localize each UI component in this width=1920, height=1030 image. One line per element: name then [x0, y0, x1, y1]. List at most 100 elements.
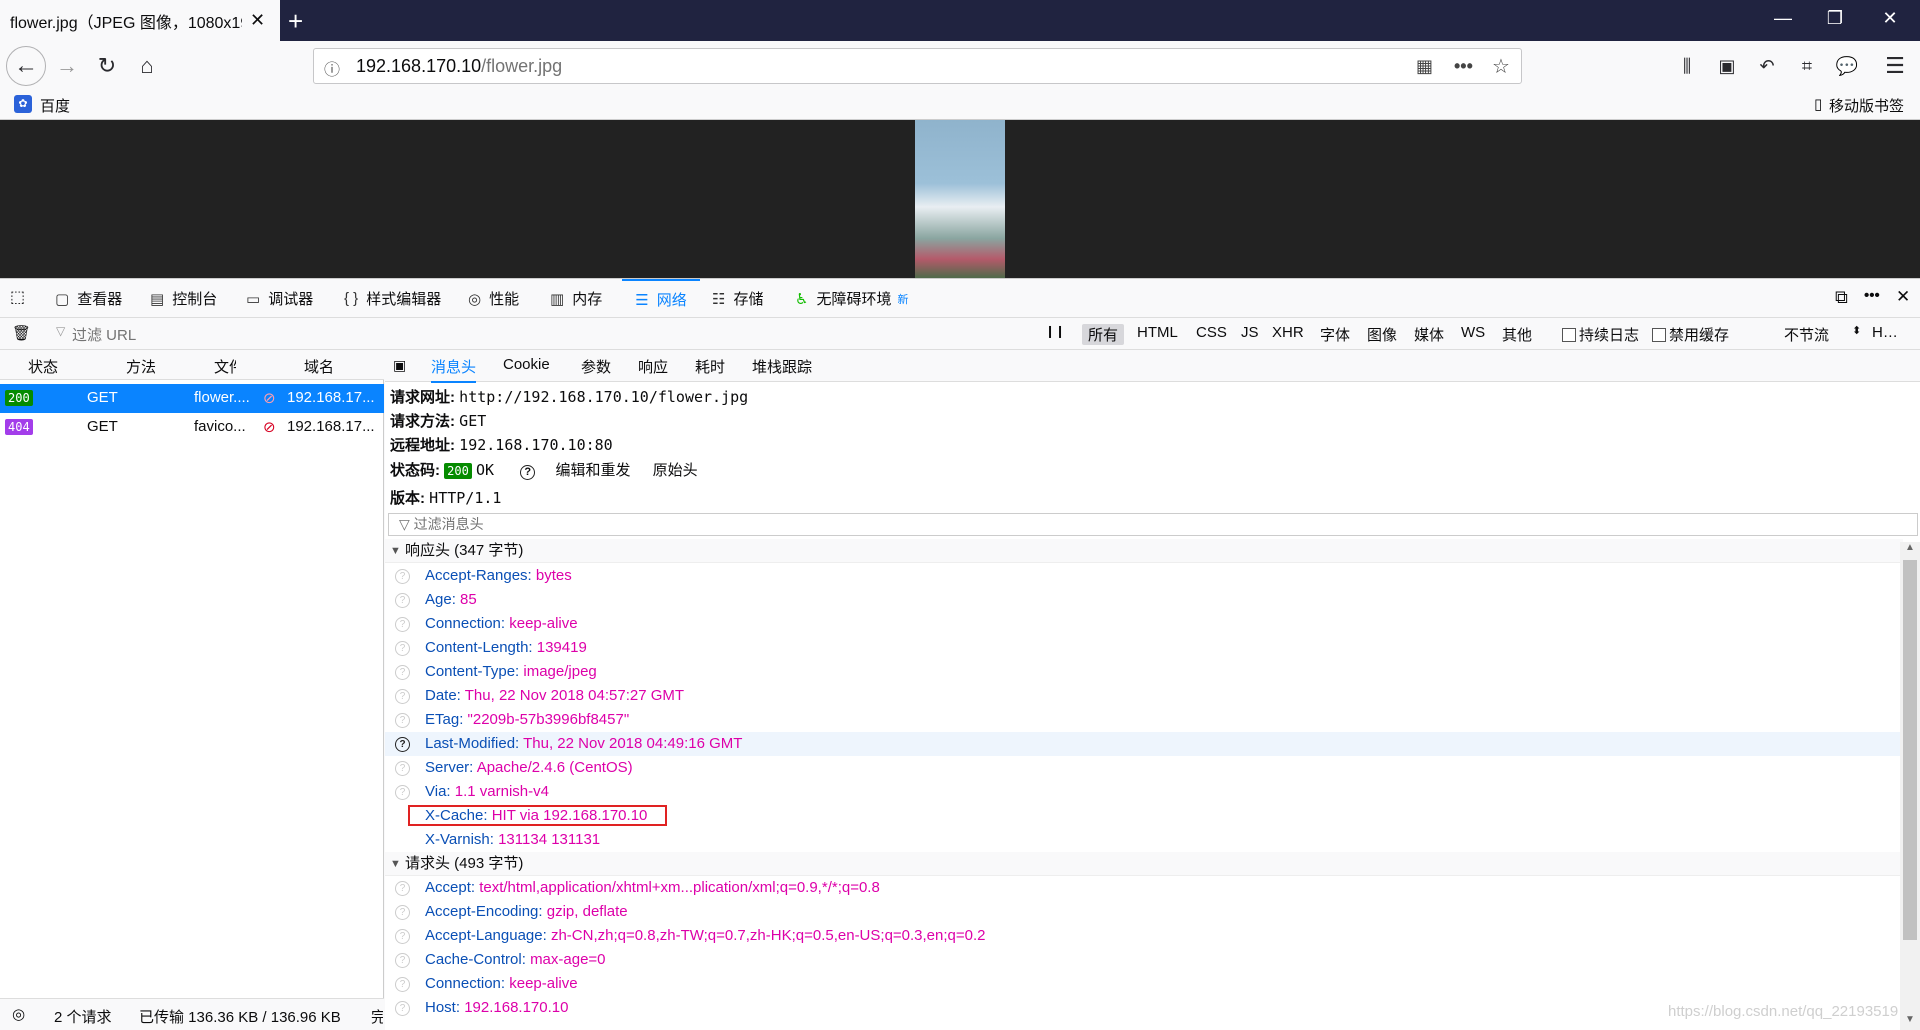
- window-close-icon[interactable]: ✕: [1867, 8, 1913, 29]
- tab-response[interactable]: 响应: [638, 356, 668, 377]
- header-row[interactable]: ? Connection: keep-alive: [385, 612, 1903, 636]
- tab-timings[interactable]: 耗时: [695, 356, 725, 377]
- header-row[interactable]: ? Via: 1.1 varnish-v4: [385, 780, 1903, 804]
- header-help-icon[interactable]: ?: [395, 977, 410, 992]
- header-row[interactable]: ? Date: Thu, 22 Nov 2018 04:57:27 GMT: [385, 684, 1903, 708]
- header-row[interactable]: ? Accept-Ranges: bytes: [385, 564, 1903, 588]
- url-filter-input[interactable]: 过滤 URL: [72, 324, 136, 345]
- header-help-icon[interactable]: ?: [395, 737, 410, 752]
- header-help-icon[interactable]: ?: [395, 929, 410, 944]
- har-menu[interactable]: H…: [1872, 324, 1898, 341]
- tab-style-editor[interactable]: { } 样式编辑器: [344, 279, 441, 318]
- header-help-icon[interactable]: ?: [395, 905, 410, 920]
- request-row[interactable]: 200 GET flower.... ⊘ 192.168.17...: [0, 384, 384, 413]
- response-headers-section[interactable]: ▼ 响应头 (347 字节): [385, 539, 1903, 563]
- header-help-icon[interactable]: ?: [395, 881, 410, 896]
- sidebar-icon[interactable]: ▣: [1712, 51, 1742, 81]
- browser-tab[interactable]: flower.jpg（JPEG 图像，1080x19… ✕: [0, 0, 280, 41]
- element-picker-icon[interactable]: ⬚: [10, 287, 25, 307]
- header-row[interactable]: ? Connection: keep-alive: [385, 972, 1903, 996]
- pause-icon[interactable]: ❙❙: [1045, 324, 1065, 338]
- tab-memory[interactable]: ▥ 内存: [550, 279, 602, 318]
- trash-icon[interactable]: 🗑: [12, 324, 31, 342]
- filter-html[interactable]: HTML: [1137, 324, 1178, 341]
- restore-icon[interactable]: ❐: [1812, 8, 1858, 29]
- filter-other[interactable]: 其他: [1502, 324, 1532, 345]
- library-icon[interactable]: ⫼: [1672, 51, 1702, 81]
- filter-xhr[interactable]: XHR: [1272, 324, 1304, 341]
- scroll-down-icon[interactable]: ▼: [1905, 1014, 1915, 1025]
- header-row[interactable]: ? Age: 85: [385, 588, 1903, 612]
- toggle-sidebar-icon[interactable]: ▣: [393, 357, 406, 374]
- header-help-icon[interactable]: ?: [395, 689, 410, 704]
- tab-accessibility[interactable]: ♿ 无障碍环境新: [795, 279, 908, 318]
- chat-icon[interactable]: 💬: [1832, 51, 1862, 81]
- tab-storage[interactable]: ☷ 存储: [712, 279, 763, 318]
- header-row[interactable]: X-Varnish: 131134 131131: [385, 828, 1903, 852]
- tab-network[interactable]: ☰ 网络: [622, 279, 700, 318]
- header-help-icon[interactable]: ?: [395, 569, 410, 584]
- home-icon[interactable]: ⌂: [132, 51, 162, 81]
- tab-stack-trace[interactable]: 堆栈跟踪: [752, 356, 812, 377]
- headers-scrollbar[interactable]: ▲ ▼: [1900, 542, 1920, 1030]
- header-help-icon[interactable]: ?: [395, 761, 410, 776]
- header-help-icon[interactable]: ?: [395, 617, 410, 632]
- header-row[interactable]: ? Cache-Control: max-age=0: [385, 948, 1903, 972]
- filter-all[interactable]: 所有: [1082, 324, 1125, 345]
- help-icon[interactable]: ?: [520, 465, 536, 480]
- url-bar[interactable]: ⓘ 192.168.170.10/flower.jpg ▦ ••• ☆: [313, 48, 1522, 84]
- filter-js[interactable]: JS: [1241, 324, 1259, 341]
- header-help-icon[interactable]: ?: [395, 785, 410, 800]
- minimize-icon[interactable]: —: [1760, 8, 1806, 29]
- header-row[interactable]: ? Accept: text/html,application/xhtml+xm.…: [385, 876, 1903, 900]
- header-help-icon[interactable]: ?: [395, 593, 410, 608]
- forward-icon[interactable]: →: [52, 51, 82, 81]
- filter-media[interactable]: 媒体: [1414, 324, 1444, 345]
- screenshot-icon[interactable]: ⌗: [1792, 51, 1822, 81]
- edit-resend-button[interactable]: 编辑和重发: [555, 462, 630, 479]
- reload-icon[interactable]: ↻: [92, 51, 122, 81]
- tab-debugger[interactable]: ▭ 调试器: [246, 279, 313, 318]
- performance-analysis-icon[interactable]: ◎: [12, 1005, 25, 1023]
- menu-icon[interactable]: ☰: [1880, 51, 1910, 81]
- scroll-up-icon[interactable]: ▲: [1905, 542, 1915, 553]
- bookmark-baidu[interactable]: 百度: [40, 95, 70, 116]
- header-row[interactable]: ? Content-Length: 139419: [385, 636, 1903, 660]
- filter-css[interactable]: CSS: [1196, 324, 1227, 341]
- header-row[interactable]: ? Accept-Encoding: gzip, deflate: [385, 900, 1903, 924]
- header-help-icon[interactable]: ?: [395, 665, 410, 680]
- undo-icon[interactable]: ↶: [1752, 51, 1782, 81]
- tab-close-icon[interactable]: ✕: [250, 10, 265, 31]
- header-row[interactable]: ? ETag: "2209b-57b3996bf8457": [385, 708, 1903, 732]
- column-file[interactable]: 文件: [214, 356, 236, 377]
- raw-headers-button[interactable]: 原始头: [653, 462, 698, 479]
- header-row[interactable]: ? Content-Type: image/jpeg: [385, 660, 1903, 684]
- tab-console[interactable]: ▤ 控制台: [150, 279, 217, 318]
- close-devtools-icon[interactable]: ✕: [1896, 287, 1910, 307]
- tab-params[interactable]: 参数: [581, 356, 611, 377]
- header-help-icon[interactable]: ?: [395, 641, 410, 656]
- header-help-icon[interactable]: ?: [395, 713, 410, 728]
- filter-images[interactable]: 图像: [1367, 324, 1397, 345]
- filter-ws[interactable]: WS: [1461, 324, 1485, 341]
- disable-cache-checkbox[interactable]: 禁用缓存: [1652, 324, 1729, 345]
- options-icon[interactable]: •••: [1864, 287, 1880, 304]
- headers-filter-input[interactable]: ▽ 过滤消息头: [388, 513, 1918, 536]
- column-method[interactable]: 方法: [126, 356, 156, 377]
- header-help-icon[interactable]: ?: [395, 1001, 410, 1016]
- dock-icon[interactable]: ⧉: [1835, 287, 1848, 308]
- page-actions-icon[interactable]: •••: [1454, 56, 1473, 77]
- tab-cookies[interactable]: Cookie: [503, 356, 550, 373]
- column-domain[interactable]: 域名: [304, 356, 334, 377]
- bookmark-star-icon[interactable]: ☆: [1492, 54, 1510, 79]
- header-row[interactable]: ? Server: Apache/2.4.6 (CentOS): [385, 756, 1903, 780]
- new-tab-icon[interactable]: +: [288, 6, 303, 37]
- tab-headers[interactable]: 消息头: [431, 356, 477, 383]
- header-help-icon[interactable]: ?: [395, 953, 410, 968]
- filter-fonts[interactable]: 字体: [1320, 324, 1350, 345]
- back-icon[interactable]: ←: [6, 46, 46, 86]
- tab-inspector[interactable]: ▢ 查看器: [55, 279, 122, 318]
- column-status[interactable]: 状态: [28, 356, 58, 377]
- scrollbar-thumb[interactable]: [1903, 560, 1917, 940]
- tab-performance[interactable]: ◎ 性能: [468, 279, 519, 318]
